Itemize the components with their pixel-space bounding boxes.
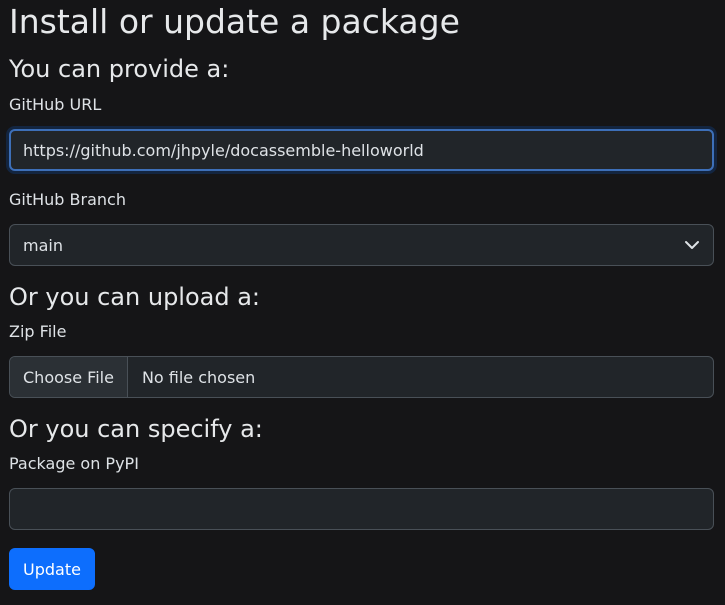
chevron-down-icon xyxy=(685,241,699,249)
github-branch-label: GitHub Branch xyxy=(9,190,126,209)
zip-file-input[interactable]: Choose File No file chosen xyxy=(9,356,714,398)
page-title: Install or update a package xyxy=(9,2,460,41)
no-file-chosen-text: No file chosen xyxy=(141,367,256,387)
install-package-form: Install or update a package You can prov… xyxy=(0,0,725,590)
github-url-input[interactable]: https://github.com/jhpyle/docassemble-he… xyxy=(9,129,714,171)
choose-file-button[interactable]: Choose File xyxy=(10,357,128,397)
github-branch-selected: main xyxy=(23,235,63,255)
pypi-package-input[interactable] xyxy=(9,488,714,530)
github-section-heading: You can provide a: xyxy=(9,55,230,83)
upload-section-heading: Or you can upload a: xyxy=(9,283,261,311)
pypi-section-heading: Or you can specify a: xyxy=(9,415,263,443)
update-button[interactable]: Update xyxy=(9,548,95,590)
zip-file-label: Zip File xyxy=(9,322,67,341)
github-url-value: https://github.com/jhpyle/docassemble-he… xyxy=(23,140,424,160)
github-url-label: GitHub URL xyxy=(9,95,102,114)
pypi-package-label: Package on PyPI xyxy=(9,454,139,473)
github-branch-select[interactable]: main xyxy=(9,224,714,266)
